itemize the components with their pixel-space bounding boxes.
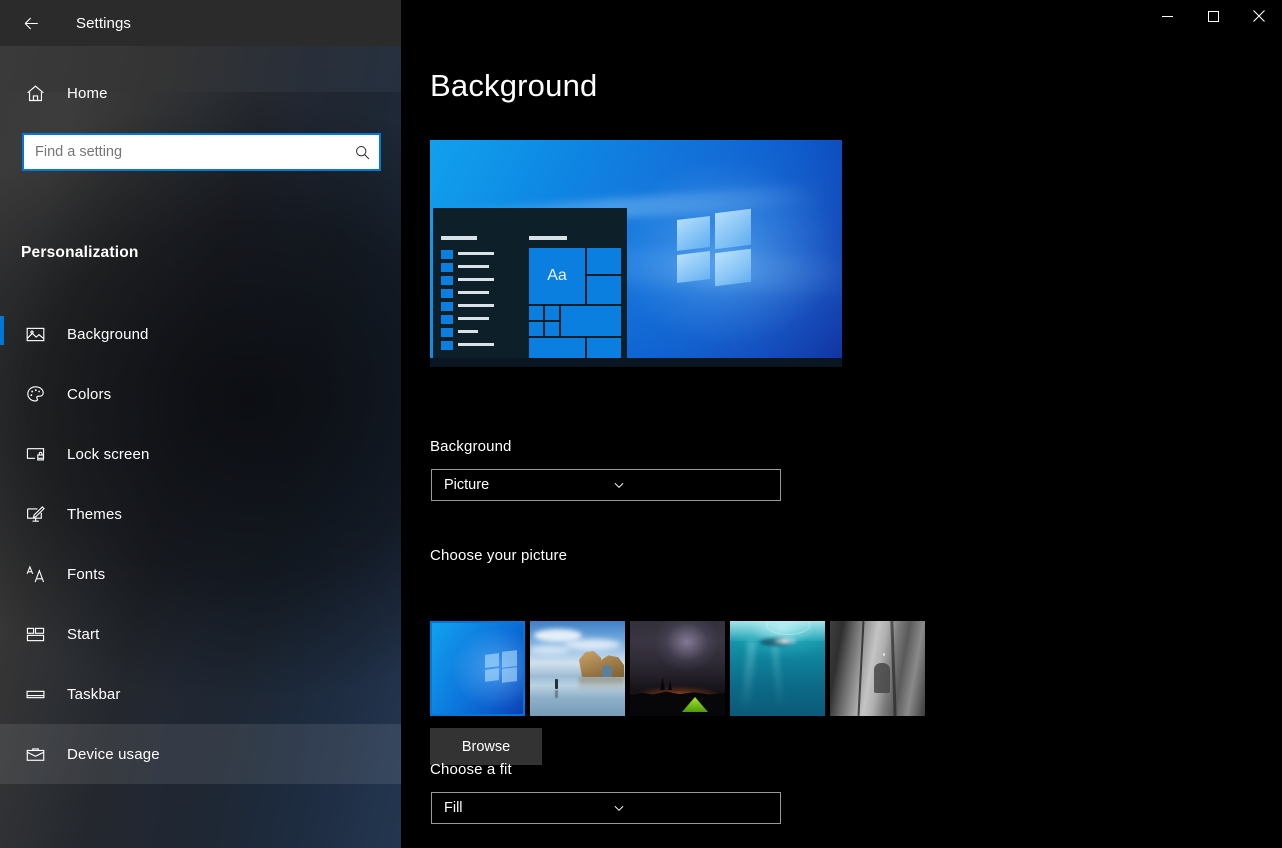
choose-picture-label: Choose your picture — [430, 547, 567, 564]
palette-icon — [17, 384, 53, 405]
background-type-dropdown[interactable]: Picture — [431, 469, 781, 501]
page-title: Background — [430, 68, 597, 104]
preview-taskbar — [430, 358, 842, 367]
preview-tile-text: Aa — [529, 248, 585, 304]
windows-logo-icon — [485, 651, 517, 682]
themes-icon — [17, 504, 53, 525]
sidebar-item-lock-screen-label: Lock screen — [67, 446, 150, 463]
preview-start-menu: Aa — [433, 208, 627, 358]
back-button[interactable] — [8, 0, 54, 46]
sidebar-item-fonts-label: Fonts — [67, 566, 105, 583]
back-arrow-icon — [22, 14, 41, 33]
maximize-button[interactable] — [1190, 0, 1236, 32]
choose-fit-label: Choose a fit — [430, 761, 512, 778]
sidebar-item-colors-label: Colors — [67, 386, 111, 403]
selection-indicator — [0, 316, 4, 345]
preview-screen: Aa — [430, 140, 842, 358]
main-content: Background — [401, 46, 1282, 848]
fit-dropdown[interactable]: Fill — [431, 792, 781, 824]
minimize-icon — [1162, 11, 1173, 22]
maximize-icon — [1208, 11, 1219, 22]
fonts-icon — [17, 564, 53, 585]
category-title: Personalization — [21, 244, 139, 262]
sidebar-item-home-label: Home — [67, 85, 108, 102]
image-icon — [17, 324, 53, 345]
taskbar-icon — [17, 684, 53, 705]
window-controls — [401, 0, 1282, 46]
wallpaper-thumbnail-list — [430, 621, 925, 716]
title-bar: Settings — [0, 0, 1282, 46]
sidebar-item-themes[interactable]: Themes — [0, 484, 401, 544]
chevron-down-icon — [600, 801, 768, 815]
chevron-down-icon — [600, 478, 768, 492]
desktop-preview: Aa — [430, 140, 842, 367]
fit-value: Fill — [432, 800, 600, 816]
browse-button[interactable]: Browse — [430, 728, 542, 765]
sidebar-item-colors[interactable]: Colors — [0, 364, 401, 424]
wallpaper-thumbnail-underwater[interactable] — [730, 621, 825, 716]
search-box[interactable] — [22, 133, 381, 171]
close-button[interactable] — [1236, 0, 1282, 32]
wallpaper-thumbnail-windows-hero[interactable] — [430, 621, 525, 716]
app-title: Settings — [76, 15, 131, 32]
sidebar-item-taskbar[interactable]: Taskbar — [0, 664, 401, 724]
home-icon — [17, 83, 53, 104]
background-label: Background — [430, 438, 512, 455]
preview-tile-group-header — [529, 236, 567, 240]
windows-logo-icon — [677, 211, 751, 281]
wallpaper-thumbnail-night-sky-tent[interactable] — [630, 621, 725, 716]
sidebar-item-background-label: Background — [67, 326, 149, 343]
sidebar-nav-list: Background Colors — [0, 304, 401, 784]
sidebar-item-themes-label: Themes — [67, 506, 122, 523]
preview-start-header-bar — [441, 236, 477, 240]
background-type-value: Picture — [432, 477, 600, 493]
sidebar-item-device-usage[interactable]: Device usage — [0, 724, 401, 784]
sidebar-item-background[interactable]: Background — [0, 304, 401, 364]
sidebar-item-home[interactable]: Home — [0, 63, 401, 123]
close-icon — [1253, 10, 1265, 22]
wallpaper-thumbnail-rock-face[interactable] — [830, 621, 925, 716]
search-container — [22, 133, 381, 171]
sidebar: Home Personalization — [0, 46, 401, 848]
preview-app-list — [458, 252, 498, 356]
title-bar-left: Settings — [0, 0, 401, 46]
sidebar-item-taskbar-label: Taskbar — [67, 686, 121, 703]
minimize-button[interactable] — [1144, 0, 1190, 32]
sidebar-item-start-label: Start — [67, 626, 99, 643]
settings-window: Settings — [0, 0, 1282, 848]
search-input[interactable] — [24, 144, 345, 160]
preview-app-icons — [441, 250, 453, 358]
sidebar-item-lock-screen[interactable]: Lock screen — [0, 424, 401, 484]
sidebar-item-fonts[interactable]: Fonts — [0, 544, 401, 604]
sidebar-item-start[interactable]: Start — [0, 604, 401, 664]
wallpaper-thumbnail-beach-archway[interactable] — [530, 621, 625, 716]
search-icon[interactable] — [345, 135, 379, 169]
briefcase-icon — [17, 744, 53, 765]
sidebar-item-device-usage-label: Device usage — [67, 746, 160, 763]
start-icon — [17, 624, 53, 645]
lock-screen-icon — [17, 444, 53, 465]
